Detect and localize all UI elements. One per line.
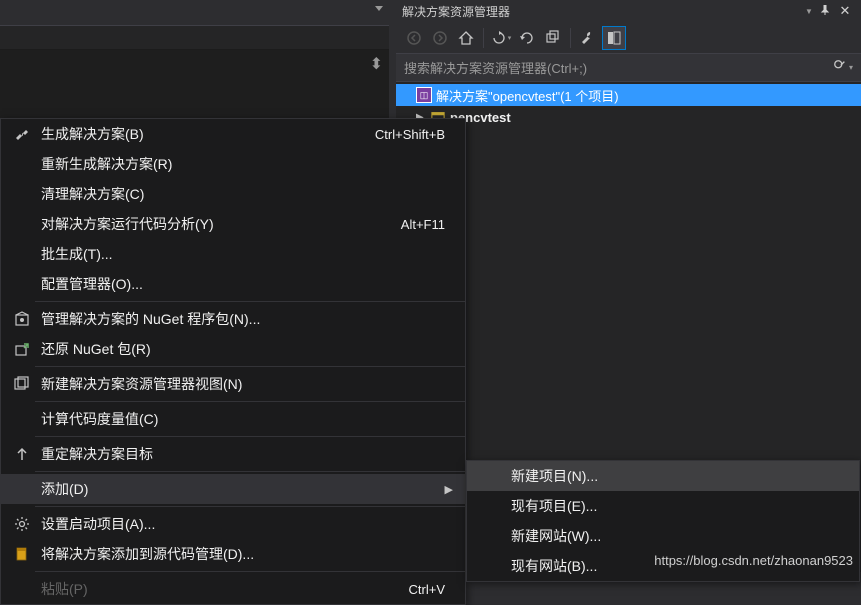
build-icon bbox=[9, 126, 35, 142]
menu-item[interactable]: 管理解决方案的 NuGet 程序包(N)... bbox=[1, 304, 465, 334]
back-icon[interactable] bbox=[402, 26, 426, 50]
menu-item[interactable]: 添加(D)▶ bbox=[1, 474, 465, 504]
menu-label: 还原 NuGet 包(R) bbox=[41, 339, 457, 359]
menu-item[interactable]: 重新生成解决方案(R) bbox=[1, 149, 465, 179]
menu-label: 生成解决方案(B) bbox=[41, 124, 375, 144]
menu-separator bbox=[35, 366, 465, 367]
submenu-label: 新建项目(N)... bbox=[511, 466, 851, 486]
menu-label: 管理解决方案的 NuGet 程序包(N)... bbox=[41, 309, 457, 329]
submenu-arrow-icon: ▶ bbox=[445, 483, 457, 496]
left-subtoolbar bbox=[0, 26, 389, 50]
menu-label: 清理解决方案(C) bbox=[41, 184, 457, 204]
collapse-all-icon[interactable] bbox=[541, 26, 565, 50]
editor-body: ⬍ bbox=[0, 50, 389, 128]
menu-shortcut: Ctrl+Shift+B bbox=[375, 127, 457, 142]
search-placeholder: 搜索解决方案资源管理器(Ctrl+;) bbox=[404, 58, 833, 77]
toolbar-separator bbox=[570, 28, 571, 48]
split-icon[interactable]: ⬍ bbox=[370, 54, 383, 74]
menu-item[interactable]: 新建解决方案资源管理器视图(N) bbox=[1, 369, 465, 399]
left-toolbar bbox=[0, 0, 389, 26]
menu-label: 计算代码度量值(C) bbox=[41, 409, 457, 429]
solution-explorer-search[interactable]: 搜索解决方案资源管理器(Ctrl+;) ▾ bbox=[396, 54, 861, 82]
sync-icon[interactable]: ▾ bbox=[489, 26, 513, 50]
solution-explorer-title: 解决方案资源管理器 bbox=[402, 3, 803, 20]
menu-shortcut: Ctrl+V bbox=[409, 582, 457, 597]
submenu-label: 现有项目(E)... bbox=[511, 496, 851, 516]
menu-separator bbox=[35, 436, 465, 437]
submenu-item[interactable]: 新建网站(W)... bbox=[467, 521, 859, 551]
menu-item[interactable]: 还原 NuGet 包(R) bbox=[1, 334, 465, 364]
search-icon[interactable] bbox=[833, 59, 847, 76]
properties-icon[interactable] bbox=[576, 26, 600, 50]
solution-label: 解决方案"opencvtest"(1 个项目) bbox=[436, 86, 619, 105]
pin-icon[interactable] bbox=[815, 5, 835, 18]
menu-item[interactable]: 生成解决方案(B)Ctrl+Shift+B bbox=[1, 119, 465, 149]
submenu-label: 新建网站(W)... bbox=[511, 526, 851, 546]
refresh-icon[interactable] bbox=[515, 26, 539, 50]
solution-explorer-toolbar: ▾ bbox=[396, 22, 861, 54]
menu-item[interactable]: 清理解决方案(C) bbox=[1, 179, 465, 209]
panel-menu-dropdown[interactable]: ▼ bbox=[803, 7, 815, 16]
solution-node[interactable]: ◫ 解决方案"opencvtest"(1 个项目) bbox=[396, 84, 861, 106]
search-dropdown-icon[interactable]: ▾ bbox=[849, 63, 853, 72]
retarget-icon bbox=[9, 446, 35, 462]
watermark: https://blog.csdn.net/zhaonan9523 bbox=[654, 553, 853, 568]
menu-item[interactable]: 批生成(T)... bbox=[1, 239, 465, 269]
solution-explorer-titlebar: 解决方案资源管理器 ▼ ✕ bbox=[396, 0, 861, 22]
menu-label: 新建解决方案资源管理器视图(N) bbox=[41, 374, 457, 394]
submenu-item[interactable]: 新建项目(N)... bbox=[467, 461, 859, 491]
gear-icon bbox=[9, 516, 35, 532]
menu-separator bbox=[35, 401, 465, 402]
menu-label: 重定解决方案目标 bbox=[41, 444, 457, 464]
submenu-item[interactable]: 现有项目(E)... bbox=[467, 491, 859, 521]
menu-item[interactable]: 配置管理器(O)... bbox=[1, 269, 465, 299]
menu-item[interactable]: 计算代码度量值(C) bbox=[1, 404, 465, 434]
nuget-icon bbox=[9, 311, 35, 327]
toolbar-dropdown-icon[interactable] bbox=[375, 6, 383, 11]
menu-separator bbox=[35, 301, 465, 302]
menu-item[interactable]: 对解决方案运行代码分析(Y)Alt+F11 bbox=[1, 209, 465, 239]
menu-item[interactable]: 设置启动项目(A)... bbox=[1, 509, 465, 539]
menu-label: 批生成(T)... bbox=[41, 244, 457, 264]
menu-label: 设置启动项目(A)... bbox=[41, 514, 457, 534]
menu-separator bbox=[35, 506, 465, 507]
forward-icon[interactable] bbox=[428, 26, 452, 50]
close-icon[interactable]: ✕ bbox=[835, 3, 855, 19]
menu-separator bbox=[35, 471, 465, 472]
menu-item[interactable]: 重定解决方案目标 bbox=[1, 439, 465, 469]
menu-label: 粘贴(P) bbox=[41, 579, 409, 599]
menu-label: 重新生成解决方案(R) bbox=[41, 154, 457, 174]
show-all-icon[interactable] bbox=[602, 26, 626, 50]
newview-icon bbox=[9, 376, 35, 392]
menu-item: 粘贴(P)Ctrl+V bbox=[1, 574, 465, 604]
menu-label: 配置管理器(O)... bbox=[41, 274, 457, 294]
solution-icon: ◫ bbox=[416, 87, 432, 103]
menu-shortcut: Alt+F11 bbox=[401, 217, 457, 232]
solution-context-menu: 生成解决方案(B)Ctrl+Shift+B 重新生成解决方案(R) 清理解决方案(C… bbox=[0, 118, 466, 605]
home-icon[interactable] bbox=[454, 26, 478, 50]
restore-icon bbox=[9, 341, 35, 357]
menu-label: 将解决方案添加到源代码管理(D)... bbox=[41, 544, 457, 564]
menu-item[interactable]: 将解决方案添加到源代码管理(D)... bbox=[1, 539, 465, 569]
source-icon bbox=[9, 546, 35, 562]
menu-label: 添加(D) bbox=[41, 479, 445, 499]
toolbar-separator bbox=[483, 28, 484, 48]
menu-label: 对解决方案运行代码分析(Y) bbox=[41, 214, 401, 234]
